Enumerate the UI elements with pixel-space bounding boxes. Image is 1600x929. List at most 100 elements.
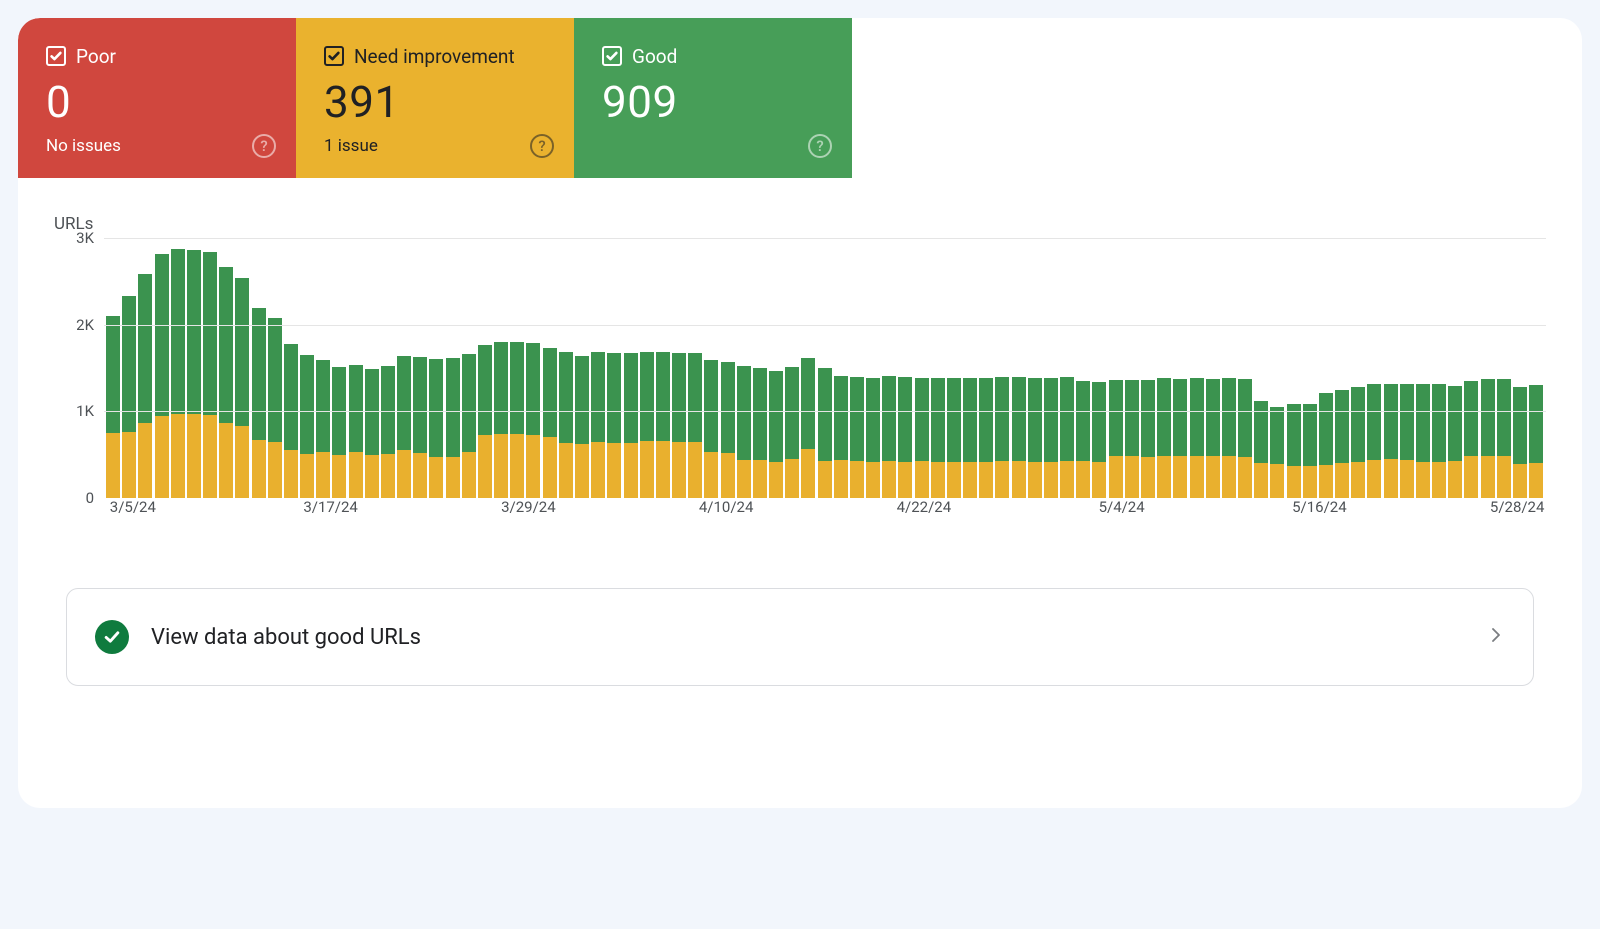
tile-good[interactable]: Good 909 ? [574, 18, 852, 178]
bar[interactable] [818, 368, 832, 498]
bar[interactable] [721, 362, 735, 498]
bar[interactable] [397, 356, 411, 498]
bar[interactable] [446, 358, 460, 498]
bar[interactable] [543, 348, 557, 498]
bar[interactable] [753, 368, 767, 498]
x-tick-label: 5/28/24 [1490, 498, 1545, 516]
bar[interactable] [1254, 401, 1268, 498]
bar[interactable] [704, 360, 718, 498]
bar[interactable] [429, 359, 443, 498]
bar[interactable] [1448, 386, 1462, 498]
bar[interactable] [187, 250, 201, 498]
bar[interactable] [1384, 384, 1398, 498]
bar[interactable] [252, 308, 266, 498]
bar[interactable] [1464, 381, 1478, 498]
bar[interactable] [510, 342, 524, 498]
bar[interactable] [365, 369, 379, 498]
bar[interactable] [801, 358, 815, 498]
bar[interactable] [381, 366, 395, 498]
bar[interactable] [1497, 379, 1511, 498]
bar[interactable] [640, 352, 654, 498]
bar[interactable] [268, 318, 282, 498]
view-good-urls-row[interactable]: View data about good URLs [66, 588, 1534, 686]
bar[interactable] [591, 352, 605, 498]
bar[interactable] [1335, 390, 1349, 498]
bar[interactable] [1319, 393, 1333, 498]
bar[interactable] [1303, 404, 1317, 498]
bar[interactable] [607, 353, 621, 498]
bar[interactable] [737, 366, 751, 498]
bar[interactable] [1529, 385, 1543, 498]
bar[interactable] [219, 267, 233, 498]
bar[interactable] [1481, 379, 1495, 498]
bar[interactable] [1238, 379, 1252, 498]
help-icon[interactable]: ? [808, 134, 832, 158]
bar[interactable] [995, 377, 1009, 498]
bar[interactable] [462, 354, 476, 498]
bar-segment-need-improvement [882, 461, 896, 498]
bar[interactable] [834, 376, 848, 498]
bar[interactable] [785, 367, 799, 498]
bar[interactable] [931, 378, 945, 498]
bar[interactable] [1173, 379, 1187, 498]
bar[interactable] [494, 342, 508, 498]
bar[interactable] [979, 378, 993, 498]
tile-need-improvement[interactable]: Need improvement 391 1 issue ? [296, 18, 574, 178]
bar[interactable] [316, 360, 330, 498]
bar[interactable] [284, 344, 298, 498]
bar[interactable] [850, 377, 864, 498]
bar[interactable] [1190, 378, 1204, 498]
bar[interactable] [672, 353, 686, 498]
bar[interactable] [1513, 387, 1527, 498]
bar[interactable] [1125, 380, 1139, 498]
bar[interactable] [915, 378, 929, 498]
bar[interactable] [235, 278, 249, 498]
bar[interactable] [349, 365, 363, 498]
bar[interactable] [300, 355, 314, 498]
bar-segment-need-improvement [607, 443, 621, 498]
bar[interactable] [526, 343, 540, 498]
bar[interactable] [769, 371, 783, 498]
bar[interactable] [866, 378, 880, 498]
bar[interactable] [1416, 384, 1430, 498]
bar[interactable] [413, 357, 427, 498]
bar[interactable] [1287, 404, 1301, 498]
bar[interactable] [1222, 378, 1236, 498]
bar[interactable] [1206, 379, 1220, 498]
bar[interactable] [1141, 380, 1155, 498]
bar[interactable] [171, 249, 185, 498]
bar[interactable] [575, 356, 589, 498]
bar[interactable] [1367, 384, 1381, 498]
bar[interactable] [155, 254, 169, 498]
bar[interactable] [1432, 384, 1446, 498]
bar[interactable] [963, 378, 977, 498]
bar[interactable] [203, 252, 217, 498]
bar[interactable] [138, 274, 152, 498]
bar[interactable] [1400, 384, 1414, 498]
bar[interactable] [1044, 378, 1058, 498]
bar[interactable] [624, 353, 638, 498]
bar[interactable] [1109, 380, 1123, 498]
bar[interactable] [688, 353, 702, 498]
bar[interactable] [1351, 387, 1365, 498]
help-icon[interactable]: ? [252, 134, 276, 158]
bar[interactable] [332, 367, 346, 498]
bar[interactable] [122, 296, 136, 498]
bar[interactable] [947, 378, 961, 498]
bar[interactable] [1028, 378, 1042, 498]
checkbox-icon [602, 46, 622, 66]
bar[interactable] [1157, 378, 1171, 498]
tile-poor[interactable]: Poor 0 No issues ? [18, 18, 296, 178]
bar[interactable] [1012, 377, 1026, 498]
bar[interactable] [106, 316, 120, 498]
bar[interactable] [478, 345, 492, 498]
bar[interactable] [1076, 381, 1090, 498]
bar[interactable] [1092, 382, 1106, 498]
bar[interactable] [898, 377, 912, 498]
help-icon[interactable]: ? [530, 134, 554, 158]
bar[interactable] [1060, 377, 1074, 498]
bar[interactable] [1270, 407, 1284, 498]
bar[interactable] [882, 376, 896, 498]
bar[interactable] [656, 352, 670, 498]
bar[interactable] [559, 352, 573, 498]
